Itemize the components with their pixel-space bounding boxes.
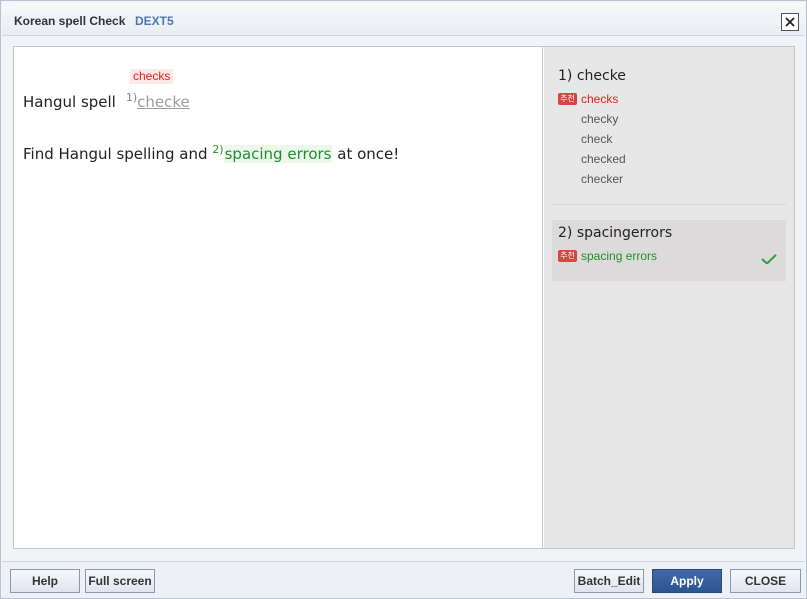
suggestion-tooltip: checks bbox=[130, 69, 174, 84]
brand-label: DEXT5 bbox=[135, 14, 174, 28]
error-word-1[interactable]: checke bbox=[137, 93, 190, 111]
help-button[interactable]: Help bbox=[10, 569, 80, 593]
close-button[interactable]: CLOSE bbox=[730, 569, 801, 593]
suggestion-panel: 1) checke 추천 checks checky check checked… bbox=[544, 47, 794, 548]
button-bar: Help Full screen Batch_Edit Apply CLOSE bbox=[2, 561, 805, 598]
alternative-checker[interactable]: checker bbox=[581, 172, 623, 186]
error-number-1: 1) bbox=[125, 91, 138, 104]
recommended-word-1: checks bbox=[581, 92, 619, 106]
editor-line-2: Find Hangul spelling and 2)spacing error… bbox=[23, 143, 399, 163]
editor-line-1: Hangul spell 1)checke bbox=[23, 91, 190, 111]
alternative-check[interactable]: check bbox=[581, 132, 612, 146]
line1-prefix: Hangul spell bbox=[23, 93, 116, 111]
recommend-badge: 추천 bbox=[558, 250, 577, 262]
batch-edit-button[interactable]: Batch_Edit bbox=[574, 569, 644, 593]
close-x-glyph bbox=[785, 17, 795, 27]
line2-suffix: at once! bbox=[337, 145, 400, 163]
spell-check-dialog: Korean spell Check DEXT5 checks Hangul s… bbox=[0, 0, 807, 599]
content-frame: checks Hangul spell 1)checke Find Hangul … bbox=[13, 46, 795, 549]
alternative-checked[interactable]: checked bbox=[581, 152, 626, 166]
close-icon[interactable] bbox=[781, 13, 799, 31]
line2-prefix: Find Hangul spelling and bbox=[23, 145, 208, 163]
recommended-word-2: spacing errors bbox=[581, 249, 658, 263]
alternative-checky[interactable]: checky bbox=[581, 112, 618, 126]
recommend-badge: 추천 bbox=[558, 93, 577, 105]
recommend-row-1[interactable]: 추천 checks bbox=[558, 92, 618, 106]
full-screen-button[interactable]: Full screen bbox=[85, 569, 155, 593]
error-word-2[interactable]: spacing errors bbox=[223, 145, 333, 163]
error-number-2: 2) bbox=[212, 143, 224, 156]
item-divider bbox=[552, 204, 786, 205]
text-editor[interactable]: checks Hangul spell 1)checke Find Hangul … bbox=[14, 47, 543, 548]
checkmark-icon bbox=[761, 254, 777, 264]
error-item-1-title[interactable]: 1) checke bbox=[558, 68, 626, 84]
dialog-title: Korean spell Check bbox=[14, 14, 126, 28]
error-item-2-title[interactable]: 2) spacingerrors bbox=[558, 225, 672, 241]
title-bar: Korean spell Check DEXT5 bbox=[2, 2, 805, 36]
apply-button[interactable]: Apply bbox=[652, 569, 722, 593]
recommend-row-2[interactable]: 추천 spacing errors bbox=[558, 249, 657, 263]
